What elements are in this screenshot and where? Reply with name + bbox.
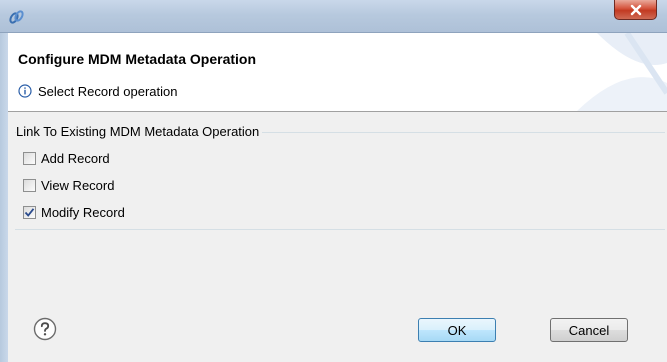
add-record-label: Add Record	[41, 151, 110, 166]
dialog-banner: Configure MDM Metadata Operation Select …	[8, 33, 667, 111]
window-frame	[0, 33, 8, 362]
banner-separator	[8, 111, 667, 112]
dialog-message-text: Select Record operation	[38, 83, 178, 99]
add-record-checkbox[interactable]	[23, 152, 36, 165]
modify-record-checkbox[interactable]	[23, 206, 36, 219]
view-record-option[interactable]: View Record	[23, 177, 114, 194]
ok-button[interactable]: OK	[418, 318, 496, 342]
view-record-label: View Record	[41, 178, 115, 193]
group-label: Link To Existing MDM Metadata Operation	[16, 124, 263, 139]
info-icon	[18, 84, 32, 98]
cancel-button[interactable]: Cancel	[550, 318, 628, 342]
help-icon	[33, 317, 57, 341]
add-record-option[interactable]: Add Record	[23, 150, 110, 167]
dialog-message: Select Record operation	[18, 82, 177, 100]
checkmark-icon	[24, 208, 35, 217]
banner-decoration	[577, 33, 667, 111]
close-icon	[630, 4, 641, 15]
view-record-checkbox[interactable]	[23, 179, 36, 192]
modify-record-option[interactable]: Modify Record	[23, 204, 125, 221]
dialog-title: Configure MDM Metadata Operation	[18, 51, 257, 67]
close-button[interactable]	[614, 0, 657, 20]
title-bar[interactable]	[0, 0, 667, 33]
dialog-window: Configure MDM Metadata Operation Select …	[0, 0, 667, 362]
app-icon	[8, 8, 24, 24]
modify-record-label: Modify Record	[41, 205, 125, 220]
help-button[interactable]	[33, 317, 57, 341]
